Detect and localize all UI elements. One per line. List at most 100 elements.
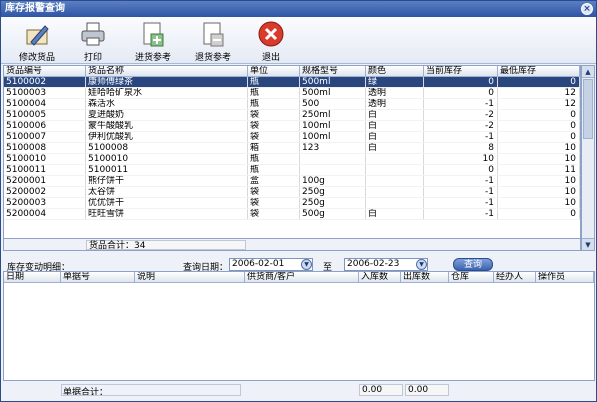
col-header-supplier[interactable]: 供货商/客户 (245, 272, 359, 282)
col-header-min-stock[interactable]: 最低库存 (498, 66, 580, 76)
col-header-warehouse[interactable]: 仓库 (449, 272, 494, 282)
col-header-in-qty[interactable]: 入库数 (359, 272, 401, 282)
cell-current-stock: 0 (424, 88, 498, 98)
print-button[interactable]: 打印 (73, 20, 113, 63)
cell-unit: 瓶 (248, 88, 300, 98)
cell-color: 透明 (366, 88, 424, 98)
cell-code: 5100007 (4, 132, 86, 142)
cell-color (366, 176, 424, 186)
scroll-thumb[interactable] (583, 79, 593, 139)
cell-unit: 瓶 (248, 99, 300, 109)
cell-spec: 100g (300, 176, 366, 186)
stock-alert-window: 库存报警查询 × 修改货品 打印 进货参考 退货参考 退出 货品编号 货品名称 … (0, 0, 597, 402)
cell-spec: 500ml (300, 88, 366, 98)
cell-code: 5100006 (4, 121, 86, 131)
cell-current-stock: -1 (424, 132, 498, 142)
cell-color: 白 (366, 209, 424, 219)
cell-unit: 袋 (248, 132, 300, 142)
cell-name: 森活水 (86, 99, 248, 109)
cell-min-stock: 10 (498, 154, 580, 164)
table-row[interactable]: 5200004 旺旺雪饼袋 500g 白 -1 0 (4, 209, 580, 220)
cell-current-stock: 8 (424, 143, 498, 153)
table-row[interactable]: 5100010 5100010 瓶 10 10 (4, 154, 580, 165)
query-button[interactable]: 查询 (453, 258, 493, 271)
exit-button[interactable]: 退出 (253, 20, 289, 63)
col-header-doc-no[interactable]: 单据号 (61, 272, 135, 282)
cell-name: 5100010 (86, 154, 248, 164)
cell-current-stock: -1 (424, 176, 498, 186)
cell-code: 5200004 (4, 209, 86, 219)
col-header-note[interactable]: 说明 (135, 272, 245, 282)
table-row[interactable]: 5200003 优优饼干袋 250g -1 10 (4, 198, 580, 209)
cell-current-stock: -1 (424, 187, 498, 197)
cell-spec (300, 165, 366, 175)
col-header-handler[interactable]: 经办人 (494, 272, 536, 282)
scroll-up-icon[interactable]: ▲ (582, 66, 594, 78)
cell-min-stock: 0 (498, 121, 580, 131)
close-icon[interactable]: × (581, 3, 593, 15)
date-to-field[interactable]: 2006-02-23 ▼ (344, 258, 428, 271)
col-header-operator[interactable]: 操作员 (536, 272, 594, 282)
printer-icon (81, 22, 105, 46)
table-row[interactable]: 5100011 5100011 瓶 0 11 (4, 165, 580, 176)
table-row[interactable]: 5100003 娃哈哈矿泉水瓶 500ml 透明 0 12 (4, 88, 580, 99)
cell-spec: 500 (300, 99, 366, 109)
table-row[interactable]: 5100002 康师傅绿茶瓶 500ml 绿 0 0 (4, 77, 580, 88)
table-row[interactable]: 5100004 森活水瓶 500 透明 -1 12 (4, 99, 580, 110)
cell-color (366, 154, 424, 164)
cell-color: 绿 (366, 77, 424, 87)
cell-min-stock: 10 (498, 143, 580, 153)
cell-name: 优优饼干 (86, 198, 248, 208)
cell-min-stock: 0 (498, 110, 580, 120)
table-row[interactable]: 5200001 熊仔饼干盒 100g -1 10 (4, 176, 580, 187)
cell-spec (300, 154, 366, 164)
col-header-code[interactable]: 货品编号 (4, 66, 86, 76)
out-total: 0.00 (405, 384, 449, 396)
col-header-out-qty[interactable]: 出库数 (401, 272, 449, 282)
col-header-color[interactable]: 颜色 (366, 66, 424, 76)
table-row[interactable]: 5100008 5100008 箱 123 白 8 10 (4, 143, 580, 154)
cell-min-stock: 0 (498, 209, 580, 219)
col-header-name[interactable]: 货品名称 (86, 66, 248, 76)
edit-goods-icon (26, 25, 49, 46)
cell-min-stock: 0 (498, 77, 580, 87)
purchase-ref-button[interactable]: 进货参考 (129, 20, 177, 63)
exit-icon (258, 21, 284, 47)
table-row[interactable]: 5200002 太谷饼袋 250g -1 10 (4, 187, 580, 198)
cell-min-stock: 10 (498, 187, 580, 197)
col-header-unit[interactable]: 单位 (248, 66, 300, 76)
cell-name: 康师傅绿茶 (86, 77, 248, 87)
cell-name: 太谷饼 (86, 187, 248, 197)
col-header-spec[interactable]: 规格型号 (300, 66, 366, 76)
cell-spec: 123 (300, 143, 366, 153)
cell-code: 5100010 (4, 154, 86, 164)
calendar-dropdown-icon[interactable]: ▼ (416, 259, 427, 270)
table-row[interactable]: 5100005 夏进酸奶袋 250ml 白 -2 0 (4, 110, 580, 121)
cell-current-stock: 0 (424, 77, 498, 87)
cell-code: 5100005 (4, 110, 86, 120)
return-ref-button[interactable]: 退货参考 (189, 20, 237, 63)
cell-current-stock: -1 (424, 198, 498, 208)
col-header-current-stock[interactable]: 当前库存 (424, 66, 498, 76)
date-from-field[interactable]: 2006-02-01 ▼ (229, 258, 313, 271)
in-total: 0.00 (359, 384, 403, 396)
stock-grid[interactable]: 货品编号 货品名称 单位 规格型号 颜色 当前库存 最低库存 5100002 康师… (3, 65, 581, 239)
grid-scrollbar[interactable]: ▲ ▼ (581, 65, 595, 251)
cell-name: 蒙牛酸酸乳 (86, 121, 248, 131)
calendar-dropdown-icon[interactable]: ▼ (301, 259, 312, 270)
cell-color: 白 (366, 132, 424, 142)
doc-total-box (61, 384, 241, 396)
table-row[interactable]: 5100007 伊利优酸乳袋 100ml 白 -1 0 (4, 132, 580, 143)
col-header-date[interactable]: 日期 (4, 272, 61, 282)
cell-code: 5100011 (4, 165, 86, 175)
scroll-down-icon[interactable]: ▼ (582, 238, 594, 250)
cell-color (366, 187, 424, 197)
detail-grid[interactable]: 日期 单据号 说明 供货商/客户 入库数 出库数 仓库 经办人 操作员 (3, 271, 595, 381)
cell-min-stock: 10 (498, 198, 580, 208)
cell-min-stock: 10 (498, 176, 580, 186)
cell-name: 娃哈哈矿泉水 (86, 88, 248, 98)
table-row[interactable]: 5100006 蒙牛酸酸乳袋 100ml 白 -2 0 (4, 121, 580, 132)
add-document-icon (143, 22, 164, 47)
cell-spec: 100ml (300, 132, 366, 142)
edit-goods-button[interactable]: 修改货品 (11, 20, 63, 63)
